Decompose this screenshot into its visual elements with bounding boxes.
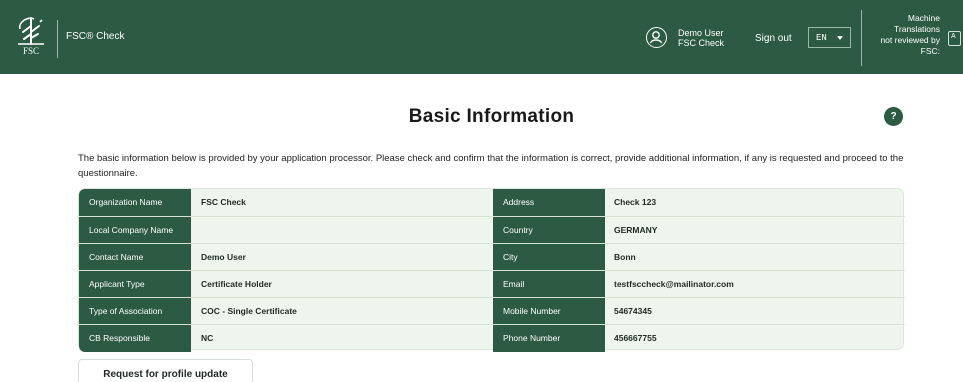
machine-translation-notice: Machine Translations not reviewed by FSC… [868,13,940,57]
field-value: Certificate Holder [201,279,272,289]
field-value: Check 123 [614,197,657,207]
page-title: Basic Information [408,106,575,127]
field-value: GERMANY [614,225,658,235]
info-row: Local Company Name Country GERMANY [79,216,905,244]
intro-text: The basic information below is provided … [78,153,904,179]
header-divider-right [861,10,862,66]
field-label: Contact Name [79,244,191,271]
info-row: Applicant Type Certificate Holder Email … [79,270,905,298]
field-value: Bonn [614,252,636,262]
app-title: FSC® Check [66,31,125,42]
machine-notice-line: not reviewed by [880,35,940,45]
user-circle-icon[interactable] [646,27,667,48]
field-label: City [493,244,605,271]
fsc-logo[interactable]: FSC [6,14,56,62]
field-value: 456667755 [614,333,657,343]
field-label: Local Company Name [79,217,191,244]
field-label: Applicant Type [79,271,191,298]
user-name: Demo User [678,28,724,38]
field-label: Type of Association [79,298,191,325]
field-value: FSC Check [201,197,246,207]
translate-icon[interactable]: A [948,31,961,46]
field-value: Demo User [201,252,246,262]
info-row: Type of Association COC - Single Certifi… [79,297,905,325]
info-row: Organization Name FSC Check Address Chec… [79,189,905,216]
chevron-down-icon [837,36,843,40]
fsc-tree-logo-icon [18,17,44,45]
language-value: EN [816,33,827,43]
machine-notice-line: FSC: [920,46,940,56]
user-info[interactable]: Demo User FSC Check [678,28,724,48]
user-org: FSC Check [678,38,725,48]
logo-text: FSC [22,46,39,56]
field-value: COC - Single Certificate [201,306,297,316]
field-label: Phone Number [493,325,605,352]
basic-info-card: Organization Name FSC Check Address Chec… [78,188,905,352]
field-label: CB Responsible [79,325,191,352]
field-value: 54674345 [614,306,652,316]
language-select[interactable]: EN [808,27,851,48]
info-row: Contact Name Demo User City Bonn [79,243,905,271]
request-profile-update-button[interactable]: Request for profile update [78,359,253,382]
top-navigation-bar: FSC FSC® Check Demo User FSC Check Sign … [0,0,963,74]
sign-out-link[interactable]: Sign out [755,33,792,44]
help-icon[interactable]: ? [884,107,903,126]
field-value: testfsccheck@mailinator.com [614,279,734,289]
field-label: Mobile Number [493,298,605,325]
field-label: Country [493,217,605,244]
field-value: NC [201,333,214,343]
field-label: Organization Name [79,189,191,216]
header-divider [57,20,58,58]
field-label: Email [493,271,605,298]
machine-notice-line: Machine [907,13,940,23]
info-row: CB Responsible NC Phone Number 456667755 [79,324,905,352]
field-label: Address [493,189,605,216]
machine-notice-line: Translations [894,24,940,34]
